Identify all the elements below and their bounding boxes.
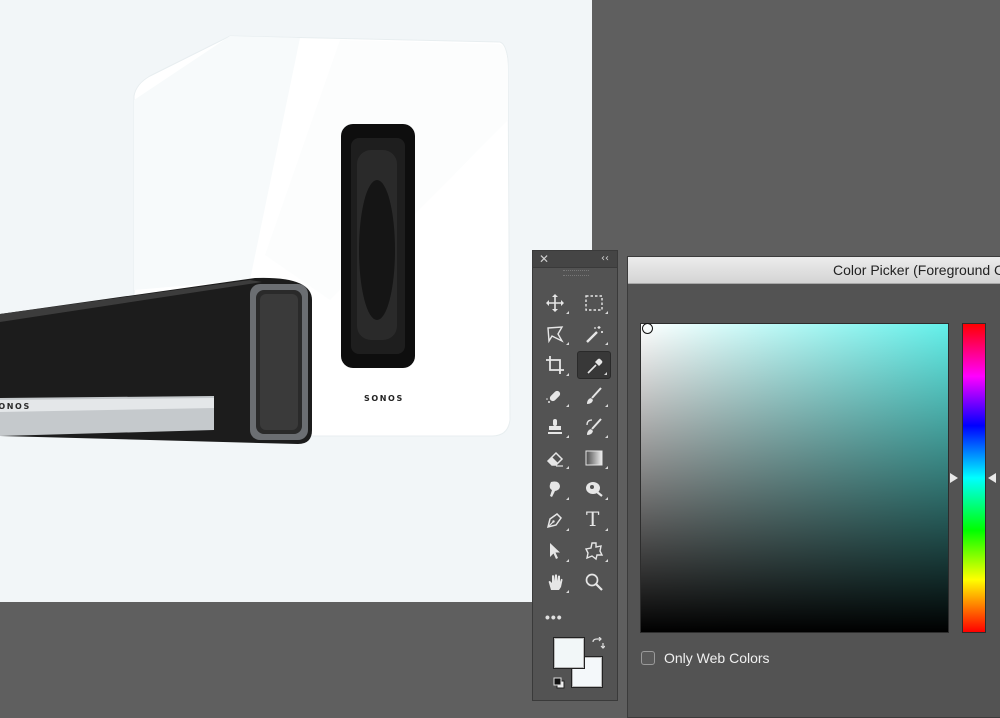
move-tool[interactable] bbox=[538, 289, 572, 317]
hand-tool[interactable] bbox=[538, 568, 572, 596]
path-selection-tool[interactable] bbox=[538, 537, 572, 565]
zoom-icon bbox=[585, 573, 603, 591]
tools-panel-header[interactable]: ✕ ‹‹ bbox=[533, 251, 617, 268]
clone-stamp-tool[interactable] bbox=[538, 413, 572, 441]
marquee-tool[interactable] bbox=[577, 289, 611, 317]
foreground-color-swatch[interactable] bbox=[553, 637, 585, 669]
type-tool[interactable]: T bbox=[577, 506, 611, 534]
eyedropper-icon bbox=[587, 358, 603, 374]
eraser-icon bbox=[546, 451, 564, 467]
hue-slider-right-arrow[interactable] bbox=[988, 473, 996, 483]
custom-shape-tool[interactable] bbox=[577, 537, 611, 565]
eraser-tool[interactable] bbox=[538, 444, 572, 472]
type-icon: T bbox=[586, 507, 600, 531]
crop-icon bbox=[546, 356, 564, 374]
product-photo bbox=[0, 35, 511, 444]
dodge-icon bbox=[586, 482, 603, 497]
healing-brush-icon bbox=[546, 390, 561, 403]
hue-slider[interactable] bbox=[962, 323, 986, 633]
close-icon[interactable]: ✕ bbox=[539, 252, 549, 266]
history-brush-icon bbox=[586, 418, 602, 435]
color-picker-dialog: Color Picker (Foreground Color) Only Web… bbox=[627, 256, 1000, 718]
gradient-icon bbox=[585, 450, 603, 466]
pen-tool[interactable] bbox=[538, 506, 572, 534]
dodge-tool[interactable] bbox=[577, 475, 611, 503]
more-tools-icon[interactable]: ••• bbox=[545, 609, 563, 625]
swap-colors-icon[interactable] bbox=[591, 637, 605, 651]
smudge-icon bbox=[549, 481, 560, 497]
lasso-tool[interactable] bbox=[538, 320, 572, 348]
only-web-colors-checkbox[interactable] bbox=[641, 651, 655, 665]
smudge-tool[interactable] bbox=[538, 475, 572, 503]
clone-stamp-icon bbox=[548, 419, 562, 434]
default-colors-icon[interactable] bbox=[553, 677, 565, 689]
only-web-colors-label[interactable]: Only Web Colors bbox=[664, 650, 770, 666]
marquee-icon bbox=[585, 295, 603, 311]
eyedropper-tool[interactable] bbox=[577, 351, 611, 379]
tools-panel: ✕ ‹‹ T ••• bbox=[532, 250, 618, 701]
move-icon bbox=[546, 294, 564, 312]
collapse-icon[interactable]: ‹‹ bbox=[601, 252, 609, 266]
panel-grip[interactable] bbox=[563, 270, 589, 276]
dialog-title[interactable]: Color Picker (Foreground Color) bbox=[628, 257, 1000, 284]
path-selection-icon bbox=[550, 543, 560, 559]
subwoofer-logo: SONOS bbox=[364, 394, 404, 403]
custom-shape-icon bbox=[584, 542, 604, 561]
crop-tool[interactable] bbox=[538, 351, 572, 379]
color-field-marker[interactable] bbox=[642, 323, 653, 334]
brush-tool[interactable] bbox=[577, 382, 611, 410]
brush-icon bbox=[587, 387, 602, 404]
healing-brush-tool[interactable] bbox=[538, 382, 572, 410]
hue-slider-left-arrow[interactable] bbox=[950, 473, 958, 483]
pen-icon bbox=[546, 513, 562, 529]
gradient-tool[interactable] bbox=[577, 444, 611, 472]
lasso-icon bbox=[547, 326, 564, 344]
magic-wand-icon bbox=[586, 326, 603, 343]
hand-icon bbox=[548, 574, 563, 590]
zoom-tool[interactable] bbox=[577, 568, 611, 596]
magic-wand-tool[interactable] bbox=[577, 320, 611, 348]
soundbar-logo: SONOS bbox=[0, 402, 31, 411]
document-canvas[interactable]: SONOS SONOS bbox=[0, 0, 592, 602]
history-brush-tool[interactable] bbox=[577, 413, 611, 441]
saturation-brightness-field[interactable] bbox=[640, 323, 949, 633]
